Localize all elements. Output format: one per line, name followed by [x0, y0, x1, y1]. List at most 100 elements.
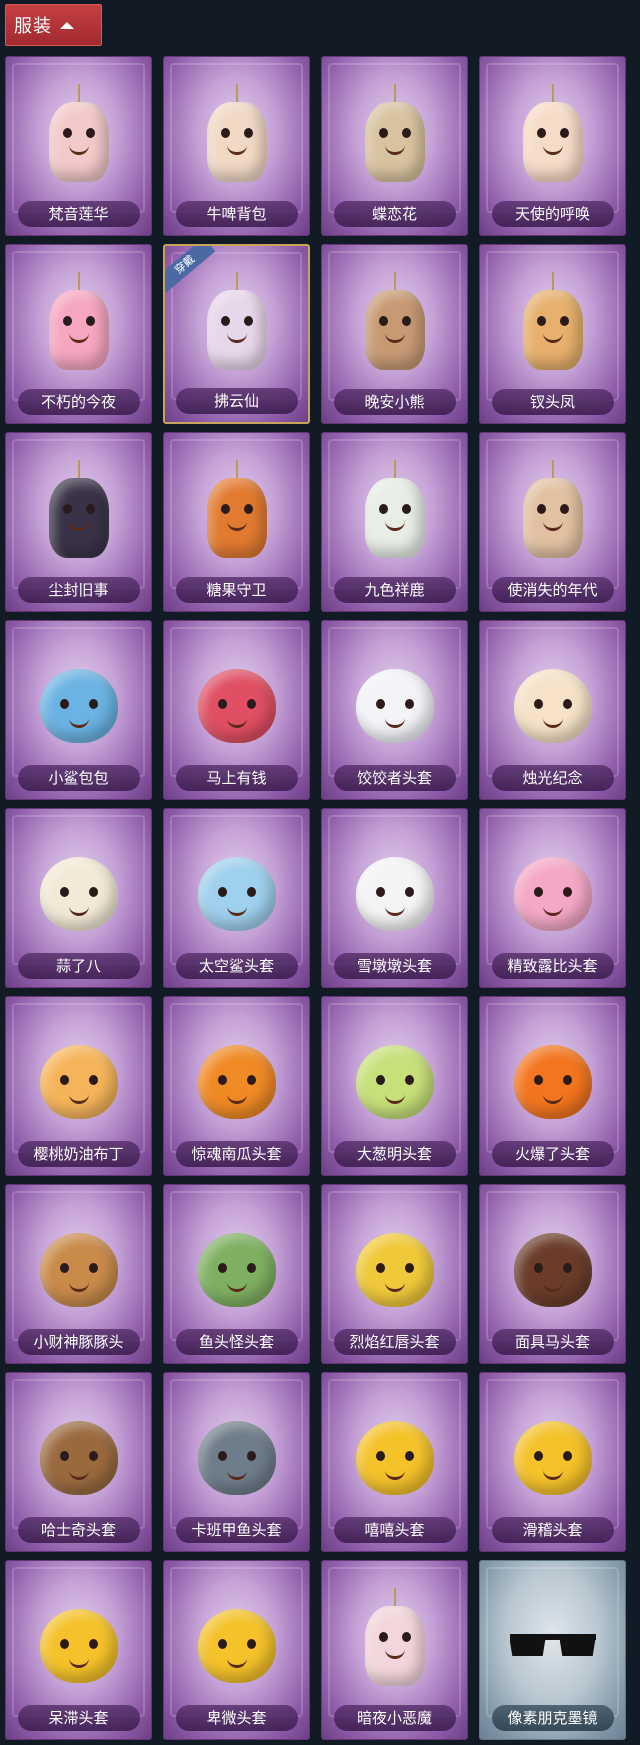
item-thumbnail-icon	[507, 1224, 599, 1316]
item-thumbnail-icon	[349, 1224, 441, 1316]
item-thumbnail-icon	[507, 460, 599, 564]
item-thumbnail-icon	[191, 84, 283, 188]
costume-card[interactable]: 滑稽头套	[479, 1372, 626, 1552]
item-thumbnail-icon	[191, 460, 283, 564]
costume-card[interactable]: 钗头凤	[479, 244, 626, 424]
costume-name: 呆滞头套	[17, 1705, 140, 1731]
costume-name: 惊魂南瓜头套	[175, 1141, 298, 1167]
costume-name: 火爆了头套	[491, 1141, 614, 1167]
costume-card[interactable]: 火爆了头套	[479, 996, 626, 1176]
item-thumbnail-icon	[507, 84, 599, 188]
item-thumbnail-icon	[33, 1600, 125, 1692]
costume-card[interactable]: 尘封旧事	[5, 432, 152, 612]
costume-name: 烛光纪念	[491, 765, 614, 791]
costume-name: 九色祥鹿	[333, 577, 456, 603]
costume-card[interactable]: 暗夜小恶魔	[321, 1560, 468, 1740]
item-thumbnail-icon	[33, 1224, 125, 1316]
item-thumbnail-icon	[349, 272, 441, 376]
item-thumbnail-icon	[349, 84, 441, 188]
item-thumbnail-icon	[349, 1588, 441, 1692]
item-thumbnail-icon	[349, 1412, 441, 1504]
costume-name: 面具马头套	[491, 1329, 614, 1355]
item-thumbnail-icon	[33, 272, 125, 376]
item-thumbnail-icon	[507, 1412, 599, 1504]
costume-name: 尘封旧事	[17, 577, 140, 603]
costume-card[interactable]: 马上有钱	[163, 620, 310, 800]
section-title: 服装	[14, 16, 52, 37]
costume-name: 马上有钱	[175, 765, 298, 791]
item-thumbnail-icon	[191, 1224, 283, 1316]
costume-card[interactable]: 樱桃奶油布丁	[5, 996, 152, 1176]
costume-card[interactable]: 鱼头怪头套	[163, 1184, 310, 1364]
item-thumbnail-icon	[507, 272, 599, 376]
costume-card[interactable]: 卡班甲鱼头套	[163, 1372, 310, 1552]
costume-name: 樱桃奶油布丁	[17, 1141, 140, 1167]
costume-card[interactable]: 像素朋克墨镜	[479, 1560, 626, 1740]
costume-name: 牛啤背包	[175, 201, 298, 227]
item-thumbnail-icon	[191, 1600, 283, 1692]
costume-name: 精致露比头套	[491, 953, 614, 979]
section-header-costume[interactable]: 服装	[5, 4, 102, 46]
costume-card[interactable]: 糖果守卫	[163, 432, 310, 612]
costume-card[interactable]: 精致露比头套	[479, 808, 626, 988]
costume-name: 不朽的今夜	[17, 389, 140, 415]
costume-name: 雪墩墩头套	[333, 953, 456, 979]
item-thumbnail-icon	[507, 1036, 599, 1128]
chevron-up-icon[interactable]	[60, 21, 74, 29]
costume-name: 饺饺者头套	[333, 765, 456, 791]
costume-card[interactable]: 卑微头套	[163, 1560, 310, 1740]
costume-card[interactable]: 使消失的年代	[479, 432, 626, 612]
item-thumbnail-icon	[33, 84, 125, 188]
costume-name: 天使的呼唤	[491, 201, 614, 227]
costume-card[interactable]: 大葱明头套	[321, 996, 468, 1176]
item-thumbnail-icon	[349, 460, 441, 564]
costume-card[interactable]: 穿戴 拂云仙	[163, 244, 310, 424]
item-thumbnail-icon	[33, 848, 125, 940]
costume-card[interactable]: 哈士奇头套	[5, 1372, 152, 1552]
item-thumbnail-icon	[33, 1412, 125, 1504]
costume-name: 卡班甲鱼头套	[175, 1517, 298, 1543]
item-thumbnail-icon	[349, 848, 441, 940]
item-thumbnail-icon	[33, 660, 125, 752]
costume-card[interactable]: 烛光纪念	[479, 620, 626, 800]
costume-card[interactable]: 蝶恋花	[321, 56, 468, 236]
item-thumbnail-icon	[33, 1036, 125, 1128]
costume-name: 滑稽头套	[491, 1517, 614, 1543]
costume-card[interactable]: 嘻嘻头套	[321, 1372, 468, 1552]
costume-card[interactable]: 晚安小熊	[321, 244, 468, 424]
costume-card[interactable]: 梵音莲华	[5, 56, 152, 236]
costume-name: 暗夜小恶魔	[333, 1705, 456, 1731]
costume-card[interactable]: 烈焰红唇头套	[321, 1184, 468, 1364]
costume-card[interactable]: 饺饺者头套	[321, 620, 468, 800]
item-thumbnail-icon	[191, 1412, 283, 1504]
costume-name: 烈焰红唇头套	[333, 1329, 456, 1355]
costume-card[interactable]: 惊魂南瓜头套	[163, 996, 310, 1176]
item-thumbnail-icon	[191, 660, 283, 752]
costume-name: 梵音莲华	[17, 201, 140, 227]
costume-name: 像素朋克墨镜	[491, 1705, 614, 1731]
costume-card[interactable]: 面具马头套	[479, 1184, 626, 1364]
costume-name: 蒜了八	[17, 953, 140, 979]
costume-name: 鱼头怪头套	[175, 1329, 298, 1355]
item-thumbnail-icon	[507, 1600, 599, 1692]
item-thumbnail-icon	[507, 848, 599, 940]
costume-name: 太空鲨头套	[175, 953, 298, 979]
costume-card[interactable]: 雪墩墩头套	[321, 808, 468, 988]
item-thumbnail-icon	[33, 460, 125, 564]
costume-card[interactable]: 牛啤背包	[163, 56, 310, 236]
costume-name: 糖果守卫	[175, 577, 298, 603]
costume-card[interactable]: 天使的呼唤	[479, 56, 626, 236]
item-thumbnail-icon	[349, 660, 441, 752]
costume-card[interactable]: 九色祥鹿	[321, 432, 468, 612]
costume-name: 小鲨包包	[17, 765, 140, 791]
costume-grid: 梵音莲华 牛啤背包 蝶恋花 天使的呼唤不朽的今夜 穿戴 拂云仙 晚安小熊 钗头凤尘封旧事 糖果守…	[5, 56, 626, 1740]
costume-card[interactable]: 不朽的今夜	[5, 244, 152, 424]
costume-card[interactable]: 呆滞头套	[5, 1560, 152, 1740]
costume-card[interactable]: 小财神豚豚头	[5, 1184, 152, 1364]
costume-name: 晚安小熊	[333, 389, 456, 415]
costume-card[interactable]: 太空鲨头套	[163, 808, 310, 988]
costume-card[interactable]: 小鲨包包	[5, 620, 152, 800]
costume-card[interactable]: 蒜了八	[5, 808, 152, 988]
item-thumbnail-icon	[191, 1036, 283, 1128]
costume-name: 钗头凤	[491, 389, 614, 415]
